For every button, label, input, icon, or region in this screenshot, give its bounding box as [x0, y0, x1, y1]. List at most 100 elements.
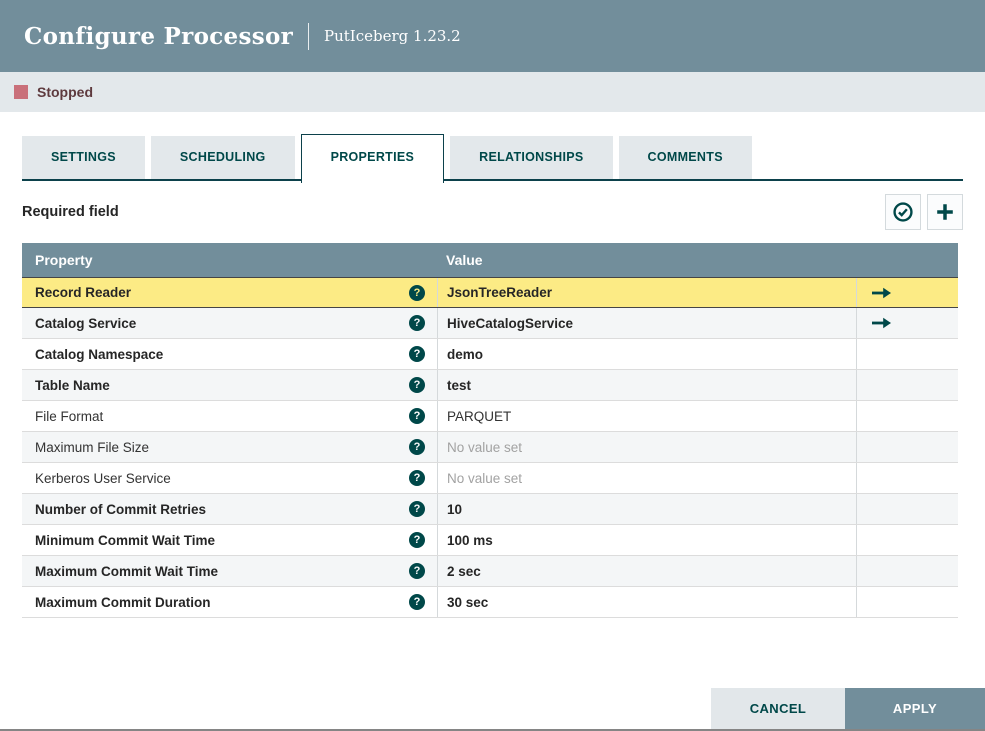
- tab-settings[interactable]: SETTINGS: [22, 136, 145, 179]
- help-icon[interactable]: ?: [409, 594, 425, 610]
- property-name: Maximum Commit Duration: [35, 594, 211, 610]
- property-name: Maximum File Size: [35, 439, 150, 455]
- dialog-content: SETTINGS SCHEDULING PROPERTIES RELATIONS…: [0, 134, 985, 618]
- table-row: Record Reader ? JsonTreeReader: [22, 277, 958, 308]
- title-divider: [308, 22, 310, 50]
- value-cell[interactable]: No value set: [437, 463, 856, 493]
- value-cell[interactable]: 2 sec: [437, 556, 856, 586]
- table-row: Maximum Commit Duration ? 30 sec: [22, 587, 958, 618]
- value-cell[interactable]: PARQUET: [437, 401, 856, 431]
- stopped-icon: [14, 85, 28, 99]
- add-property-button[interactable]: [927, 194, 963, 230]
- table-row: Maximum File Size ? No value set: [22, 432, 958, 463]
- property-value: test: [447, 377, 472, 393]
- value-cell[interactable]: 10: [437, 494, 856, 524]
- value-cell[interactable]: 30 sec: [437, 587, 856, 617]
- value-cell[interactable]: HiveCatalogService: [437, 308, 856, 338]
- property-name: Maximum Commit Wait Time: [35, 563, 219, 579]
- tab-label: SETTINGS: [51, 150, 116, 164]
- table-row: File Format ? PARQUET: [22, 401, 958, 432]
- action-cell: [856, 494, 958, 524]
- properties-toolbar: Required field: [22, 193, 963, 231]
- value-cell[interactable]: test: [437, 370, 856, 400]
- table-row: Maximum Commit Wait Time ? 2 sec: [22, 556, 958, 587]
- table-row: Minimum Commit Wait Time ? 100 ms: [22, 525, 958, 556]
- toolbar-buttons: [879, 194, 963, 230]
- plus-icon: [934, 201, 956, 223]
- help-icon[interactable]: ?: [409, 439, 425, 455]
- value-cell[interactable]: JsonTreeReader: [437, 278, 856, 307]
- cancel-button[interactable]: CANCEL: [711, 688, 845, 729]
- action-cell: [856, 339, 958, 369]
- tabs: SETTINGS SCHEDULING PROPERTIES RELATIONS…: [22, 134, 963, 183]
- tab-properties[interactable]: PROPERTIES: [300, 134, 445, 183]
- help-icon[interactable]: ?: [409, 346, 425, 362]
- help-icon[interactable]: ?: [409, 563, 425, 579]
- help-icon[interactable]: ?: [409, 315, 425, 331]
- value-cell[interactable]: No value set: [437, 432, 856, 462]
- property-value: JsonTreeReader: [447, 285, 553, 300]
- table-row: Number of Commit Retries ? 10: [22, 494, 958, 525]
- property-cell: Catalog Namespace ?: [22, 339, 437, 369]
- property-cell: Maximum Commit Wait Time ?: [22, 556, 437, 586]
- property-cell: Number of Commit Retries ?: [22, 494, 437, 524]
- property-value: 2 sec: [447, 563, 481, 579]
- tab-relationships[interactable]: RELATIONSHIPS: [450, 136, 613, 179]
- action-cell: [856, 278, 958, 307]
- help-icon[interactable]: ?: [409, 408, 425, 424]
- help-icon[interactable]: ?: [409, 532, 425, 548]
- property-value: No value set: [447, 470, 523, 486]
- table-row: Catalog Service ? HiveCatalogService: [22, 308, 958, 339]
- action-cell: [856, 432, 958, 462]
- configure-processor-dialog: Configure Processor PutIceberg 1.23.2 St…: [0, 0, 985, 731]
- help-icon[interactable]: ?: [409, 470, 425, 486]
- help-icon[interactable]: ?: [409, 284, 425, 301]
- table-row: Catalog Namespace ? demo: [22, 339, 958, 370]
- property-name: Table Name: [35, 377, 110, 393]
- table-row: Table Name ? test: [22, 370, 958, 401]
- value-cell[interactable]: 100 ms: [437, 525, 856, 555]
- property-name: Minimum Commit Wait Time: [35, 532, 216, 548]
- goto-service-icon[interactable]: [871, 287, 892, 299]
- tab-label: PROPERTIES: [330, 150, 415, 164]
- tab-label: COMMENTS: [647, 150, 723, 164]
- action-cell: [856, 370, 958, 400]
- property-value: 30 sec: [447, 594, 489, 610]
- property-value: 10: [447, 501, 463, 517]
- property-cell: Maximum File Size ?: [22, 432, 437, 462]
- property-name: Record Reader: [35, 285, 132, 300]
- properties-table: Property Value Record Reader ? JsonTreeR…: [22, 243, 958, 618]
- verify-properties-button[interactable]: [885, 194, 921, 230]
- property-value: demo: [447, 346, 484, 362]
- table-header: Property Value: [22, 243, 958, 277]
- table-row: Kerberos User Service ? No value set: [22, 463, 958, 494]
- property-value: HiveCatalogService: [447, 315, 574, 331]
- column-header-action: [856, 243, 958, 277]
- value-cell[interactable]: demo: [437, 339, 856, 369]
- apply-button[interactable]: APPLY: [845, 688, 985, 729]
- status-bar: Stopped: [0, 72, 985, 112]
- action-cell: [856, 463, 958, 493]
- property-name: File Format: [35, 408, 104, 424]
- help-icon[interactable]: ?: [409, 501, 425, 517]
- help-icon[interactable]: ?: [409, 377, 425, 393]
- tab-scheduling[interactable]: SCHEDULING: [150, 136, 295, 179]
- property-name: Catalog Namespace: [35, 346, 164, 362]
- property-cell: Record Reader ?: [22, 278, 437, 307]
- action-cell: [856, 308, 958, 338]
- footer-buttons: CANCEL APPLY: [711, 688, 985, 729]
- property-value: PARQUET: [447, 408, 512, 424]
- dialog-header: Configure Processor PutIceberg 1.23.2: [0, 0, 985, 72]
- tab-label: SCHEDULING: [179, 150, 266, 164]
- property-cell: File Format ?: [22, 401, 437, 431]
- property-cell: Kerberos User Service ?: [22, 463, 437, 493]
- property-name: Number of Commit Retries: [35, 501, 207, 517]
- property-value: 100 ms: [447, 532, 493, 548]
- goto-service-icon[interactable]: [871, 317, 892, 329]
- action-cell: [856, 525, 958, 555]
- status-label: Stopped: [37, 84, 93, 100]
- tab-comments[interactable]: COMMENTS: [618, 136, 752, 179]
- required-field-note: Required field: [22, 204, 119, 220]
- property-value: No value set: [447, 439, 523, 455]
- column-header-value: Value: [446, 252, 483, 268]
